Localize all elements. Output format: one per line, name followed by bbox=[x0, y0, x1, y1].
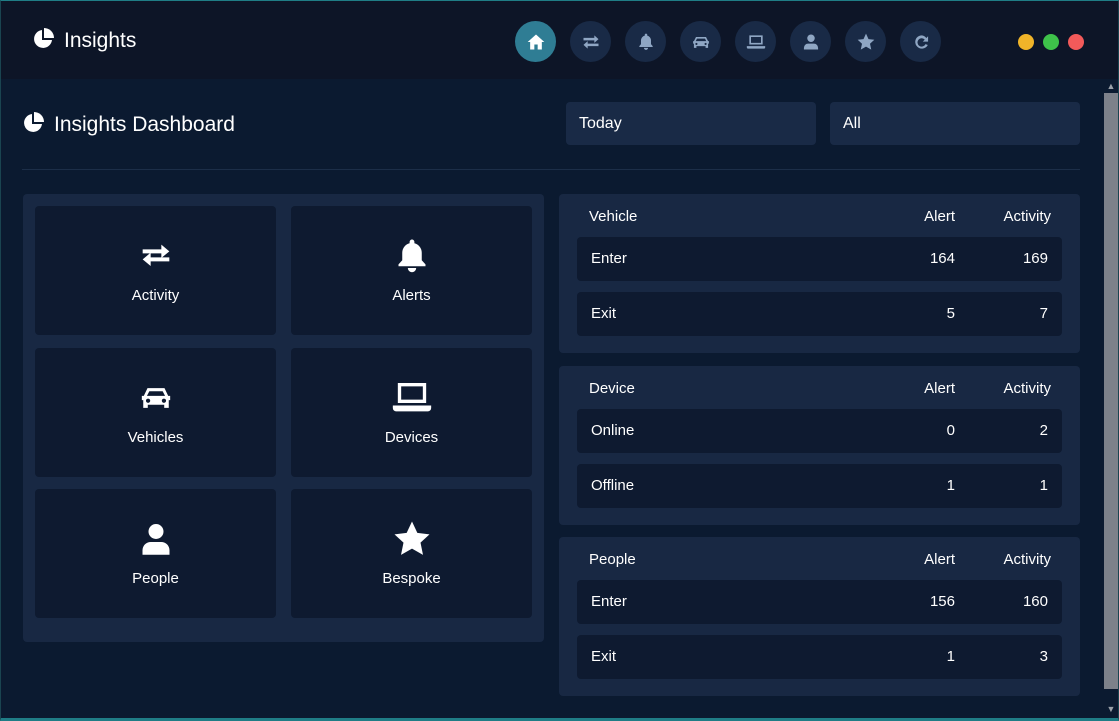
vehicle-stats-panel: Vehicle Alert Activity Enter 164 169 Exi… bbox=[559, 194, 1080, 353]
star-icon bbox=[857, 33, 874, 50]
stats-row[interactable]: Enter 156 160 bbox=[577, 580, 1062, 624]
bell-icon bbox=[291, 236, 532, 276]
row-label: Enter bbox=[591, 593, 627, 610]
stats-category-header: Vehicle bbox=[589, 208, 638, 225]
transfer-icon bbox=[35, 236, 276, 276]
user-icon bbox=[35, 519, 276, 559]
tile-vehicles[interactable]: Vehicles bbox=[35, 348, 276, 477]
tile-bespoke[interactable]: Bespoke bbox=[291, 489, 532, 618]
main-content: Insights Dashboard Today All Activity Al… bbox=[1, 79, 1103, 718]
maximize-button[interactable] bbox=[1043, 34, 1059, 50]
nav-vehicles-button[interactable] bbox=[680, 21, 721, 62]
top-nav bbox=[515, 21, 941, 62]
tile-label: Devices bbox=[384, 429, 439, 446]
scroll-up-icon[interactable]: ▲ bbox=[1106, 82, 1116, 91]
row-label: Online bbox=[591, 422, 635, 439]
nav-bespoke-button[interactable] bbox=[845, 21, 886, 62]
nav-people-button[interactable] bbox=[790, 21, 831, 62]
people-stats-panel: People Alert Activity Enter 156 160 Exit… bbox=[559, 537, 1080, 696]
bell-icon bbox=[638, 33, 653, 50]
stats-header: Vehicle Alert Activity bbox=[559, 208, 1080, 226]
scrollbar-thumb[interactable] bbox=[1104, 93, 1118, 689]
row-label: Enter bbox=[591, 250, 627, 267]
car-icon bbox=[35, 378, 276, 418]
stats-row[interactable]: Offline 1 1 bbox=[577, 464, 1062, 508]
activity-column-header: Activity bbox=[1003, 208, 1051, 225]
stats-row[interactable]: Online 0 2 bbox=[577, 409, 1062, 453]
refresh-icon bbox=[914, 34, 928, 49]
alert-column-header: Alert bbox=[924, 551, 955, 568]
scope-filter-select[interactable]: All bbox=[830, 102, 1080, 145]
row-alert-value: 1 bbox=[946, 477, 955, 494]
scroll-down-icon[interactable]: ▼ bbox=[1106, 705, 1116, 714]
car-icon bbox=[692, 36, 709, 48]
vertical-scrollbar[interactable]: ▲ ▼ bbox=[1103, 79, 1118, 718]
star-icon bbox=[291, 519, 532, 559]
activity-column-header: Activity bbox=[1003, 551, 1051, 568]
stats-row[interactable]: Exit 1 3 bbox=[577, 635, 1062, 679]
pie-chart-icon bbox=[32, 27, 54, 55]
alert-column-header: Alert bbox=[924, 208, 955, 225]
row-activity-value: 160 bbox=[1022, 593, 1048, 610]
tile-alerts[interactable]: Alerts bbox=[291, 206, 532, 335]
stats-header: Device Alert Activity bbox=[559, 380, 1080, 398]
row-alert-value: 1 bbox=[946, 648, 955, 665]
stats-category-header: People bbox=[589, 551, 636, 568]
stats-header: People Alert Activity bbox=[559, 551, 1080, 569]
title-bar: Insights bbox=[1, 1, 1118, 79]
stats-row[interactable]: Enter 164 169 bbox=[577, 237, 1062, 281]
row-activity-value: 169 bbox=[1022, 250, 1048, 267]
window-controls bbox=[1018, 34, 1084, 50]
app-title-text: Insights bbox=[64, 29, 137, 52]
close-button[interactable] bbox=[1068, 34, 1084, 50]
tile-label: People bbox=[132, 570, 179, 587]
row-label: Offline bbox=[591, 477, 635, 494]
nav-home-button[interactable] bbox=[515, 21, 556, 62]
pie-chart-icon bbox=[22, 111, 44, 139]
tile-label: Alerts bbox=[392, 287, 431, 304]
row-label: Exit bbox=[591, 305, 617, 322]
nav-alerts-button[interactable] bbox=[625, 21, 666, 62]
laptop-icon bbox=[746, 34, 765, 49]
activity-column-header: Activity bbox=[1003, 380, 1051, 397]
header-divider bbox=[22, 169, 1080, 170]
row-alert-value: 5 bbox=[946, 305, 955, 322]
row-activity-value: 1 bbox=[1039, 477, 1048, 494]
row-label: Exit bbox=[591, 648, 617, 665]
page-title-text: Insights Dashboard bbox=[54, 113, 235, 136]
tile-activity[interactable]: Activity bbox=[35, 206, 276, 335]
home-icon bbox=[527, 34, 544, 49]
row-activity-value: 2 bbox=[1039, 422, 1048, 439]
app-title: Insights bbox=[32, 27, 137, 55]
nav-refresh-button[interactable] bbox=[900, 21, 941, 62]
device-stats-panel: Device Alert Activity Online 0 2 Offline… bbox=[559, 366, 1080, 525]
tile-label: Vehicles bbox=[127, 429, 184, 446]
user-icon bbox=[803, 34, 818, 49]
tile-devices[interactable]: Devices bbox=[291, 348, 532, 477]
row-alert-value: 164 bbox=[929, 250, 955, 267]
period-filter-select[interactable]: Today bbox=[566, 102, 816, 145]
stats-category-header: Device bbox=[589, 380, 635, 397]
row-alert-value: 156 bbox=[929, 593, 955, 610]
page-title: Insights Dashboard bbox=[22, 111, 235, 139]
row-activity-value: 7 bbox=[1039, 305, 1048, 322]
minimize-button[interactable] bbox=[1018, 34, 1034, 50]
tile-label: Activity bbox=[131, 287, 180, 304]
alert-column-header: Alert bbox=[924, 380, 955, 397]
tile-label: Bespoke bbox=[382, 570, 441, 587]
row-alert-value: 0 bbox=[946, 422, 955, 439]
category-tiles-panel: Activity Alerts Vehicles Devices People … bbox=[23, 194, 544, 642]
nav-devices-button[interactable] bbox=[735, 21, 776, 62]
tile-people[interactable]: People bbox=[35, 489, 276, 618]
nav-activity-button[interactable] bbox=[570, 21, 611, 62]
stats-row[interactable]: Exit 5 7 bbox=[577, 292, 1062, 336]
transfer-icon bbox=[583, 34, 598, 49]
row-activity-value: 3 bbox=[1039, 648, 1048, 665]
laptop-icon bbox=[291, 378, 532, 418]
app-window: Insights Insights Dashboard Today All Ac… bbox=[0, 0, 1119, 721]
